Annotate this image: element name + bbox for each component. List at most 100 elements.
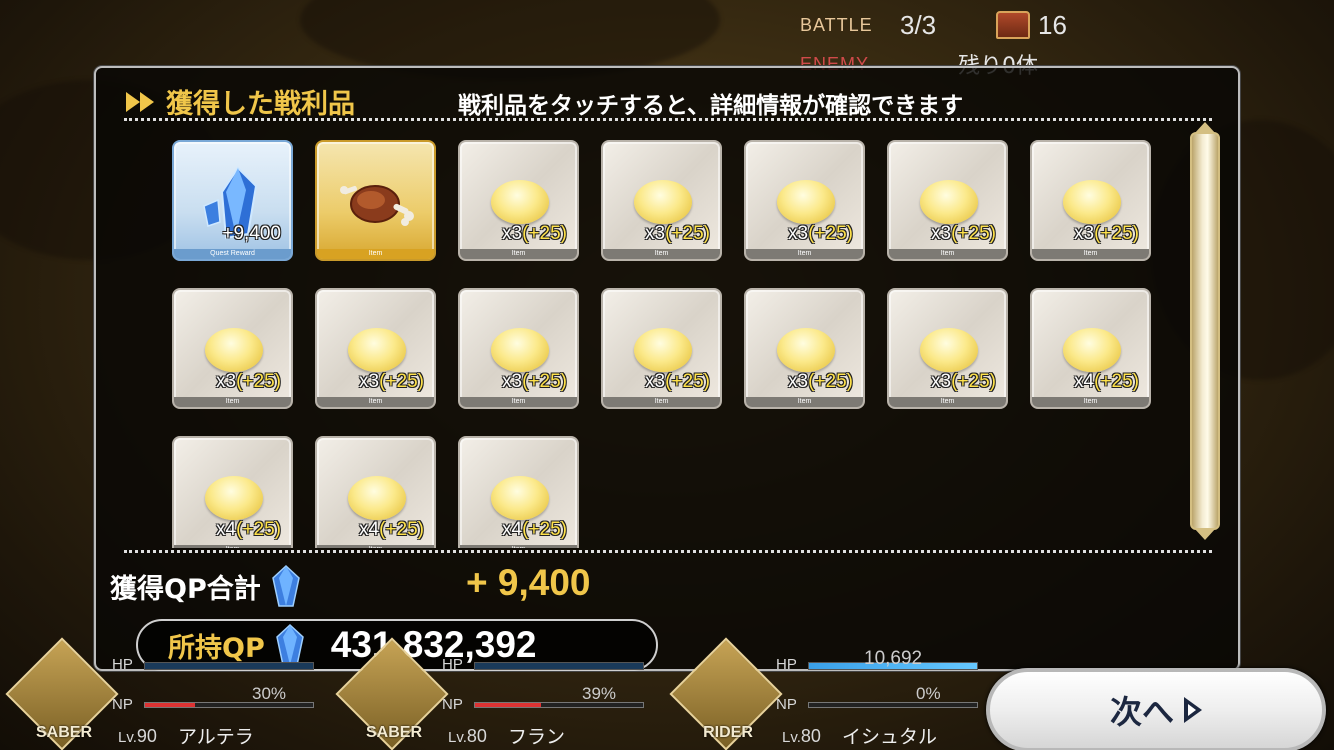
hp-label: HP bbox=[112, 656, 133, 673]
drop-quantity: x3(+25) bbox=[502, 371, 567, 392]
np-bar bbox=[144, 702, 314, 708]
party-member: RIDER HP 10,692 NP 0% Lv.80 イシュタル bbox=[669, 637, 986, 750]
scroll-up-cap bbox=[1194, 122, 1216, 134]
drop-quantity: x3(+25) bbox=[1074, 223, 1139, 244]
drop-type-label: Item bbox=[317, 545, 434, 548]
np-label: NP bbox=[442, 696, 463, 713]
drop-item-card[interactable]: x3(+25) Item bbox=[601, 288, 722, 409]
drop-item-card[interactable]: x3(+25) Item bbox=[744, 140, 865, 261]
drop-type-label: Item bbox=[1032, 249, 1149, 259]
golden-egg-icon bbox=[491, 180, 549, 224]
drop-quantity: +9,400 bbox=[222, 223, 281, 244]
servant-name: フラン bbox=[508, 726, 566, 748]
drop-item-card[interactable]: x3(+25) Item bbox=[315, 288, 436, 409]
drop-type-label: Item bbox=[746, 249, 863, 259]
drop-item-card[interactable]: x3(+25) Item bbox=[887, 288, 1008, 409]
qp-gain-value: + 9,400 bbox=[466, 562, 591, 603]
dialog-title: 獲得した戦利品 bbox=[124, 82, 355, 121]
level: Lv.90 bbox=[118, 726, 157, 746]
chest-count: 16 bbox=[1038, 10, 1067, 40]
np-bar bbox=[474, 702, 644, 708]
drop-type-label: Item bbox=[889, 397, 1006, 407]
drop-quantity: x4(+25) bbox=[502, 519, 567, 540]
drop-quantity: x4(+25) bbox=[359, 519, 424, 540]
drop-type-label: Item bbox=[889, 249, 1006, 259]
drop-type-label: Item bbox=[460, 545, 577, 548]
scroll-down-cap bbox=[1194, 528, 1216, 540]
drop-quantity: x3(+25) bbox=[645, 371, 710, 392]
battle-status-hud: BATTLE 3/3 16 ENEMY 残り0体 bbox=[800, 8, 1100, 79]
drop-list-viewport[interactable]: +9,400 Quest Reward Item x3(+25) Item x3(+25… bbox=[124, 126, 1194, 548]
party-member: SABER HP NP 30% Lv.90 アルテラ bbox=[5, 637, 322, 750]
drop-type-label: Item bbox=[746, 397, 863, 407]
drop-quantity: x3(+25) bbox=[216, 371, 281, 392]
drop-item-card[interactable]: x4(+25) Item bbox=[315, 436, 436, 548]
drop-item-card[interactable]: x4(+25) Item bbox=[1030, 288, 1151, 409]
battle-count: 3/3 bbox=[900, 10, 937, 40]
next-button[interactable]: 次へ bbox=[986, 668, 1326, 750]
battle-label: BATTLE bbox=[800, 15, 873, 35]
drop-item-card[interactable]: x4(+25) Item bbox=[172, 436, 293, 548]
play-arrow-icon bbox=[1184, 697, 1202, 723]
drop-quantity: x3(+25) bbox=[359, 371, 424, 392]
drop-type-label: Item bbox=[317, 397, 434, 407]
drop-item-card[interactable]: x3(+25) Item bbox=[744, 288, 865, 409]
level: Lv.80 bbox=[782, 726, 821, 746]
golden-egg-icon bbox=[491, 328, 549, 372]
golden-egg-icon bbox=[348, 476, 406, 520]
hp-bar bbox=[474, 662, 644, 670]
drop-quantity: x3(+25) bbox=[645, 223, 710, 244]
divider bbox=[124, 550, 1212, 553]
double-arrow-icon bbox=[124, 90, 160, 114]
drop-item-card[interactable]: x3(+25) Item bbox=[172, 288, 293, 409]
drop-type-label: Item bbox=[603, 397, 720, 407]
golden-egg-icon bbox=[491, 476, 549, 520]
drop-quantity: x3(+25) bbox=[502, 223, 567, 244]
golden-egg-icon bbox=[205, 328, 263, 372]
servant-name: イシュタル bbox=[842, 726, 938, 748]
drop-item-card[interactable]: Item bbox=[315, 140, 436, 261]
meat-icon bbox=[340, 185, 414, 226]
drop-quantity: x4(+25) bbox=[216, 519, 281, 540]
rewards-dialog: 獲得した戦利品 戦利品をタッチすると、詳細情報が確認できます +9,400 Que… bbox=[94, 66, 1240, 671]
next-button-label: 次へ bbox=[1109, 693, 1174, 731]
drop-type-label: Quest Reward bbox=[174, 249, 291, 259]
golden-egg-icon bbox=[777, 180, 835, 224]
qp-crystal-icon bbox=[271, 564, 300, 607]
scrollbar[interactable] bbox=[1190, 122, 1220, 540]
drop-item-card[interactable]: x3(+25) Item bbox=[1030, 140, 1151, 261]
golden-egg-icon bbox=[1063, 328, 1121, 372]
hp-value: 10,692 bbox=[864, 648, 923, 669]
golden-egg-icon bbox=[205, 476, 263, 520]
np-bar bbox=[808, 702, 978, 708]
drop-type-label: Item bbox=[174, 397, 291, 407]
golden-egg-icon bbox=[1063, 180, 1121, 224]
level: Lv.80 bbox=[448, 726, 487, 746]
hp-label: HP bbox=[776, 656, 797, 673]
divider bbox=[124, 118, 1212, 121]
drop-quantity: x3(+25) bbox=[788, 223, 853, 244]
drop-item-card[interactable]: x3(+25) Item bbox=[458, 140, 579, 261]
np-percent: 30% bbox=[252, 684, 287, 703]
golden-egg-icon bbox=[348, 328, 406, 372]
dialog-hint: 戦利品をタッチすると、詳細情報が確認できます bbox=[458, 93, 964, 119]
golden-egg-icon bbox=[634, 328, 692, 372]
drop-item-card[interactable]: x4(+25) Item bbox=[458, 436, 579, 548]
drop-item-card[interactable]: +9,400 Quest Reward bbox=[172, 140, 293, 261]
np-label: NP bbox=[776, 696, 797, 713]
drop-item-card[interactable]: x3(+25) Item bbox=[601, 140, 722, 261]
qp-total-label: 獲得QP合計 bbox=[110, 573, 261, 605]
drop-type-label: Item bbox=[1032, 397, 1149, 407]
golden-egg-icon bbox=[634, 180, 692, 224]
drop-quantity: x3(+25) bbox=[788, 371, 853, 392]
drop-item-card[interactable]: x3(+25) Item bbox=[887, 140, 1008, 261]
drop-type-label: Item bbox=[460, 397, 577, 407]
drop-quantity: x3(+25) bbox=[931, 371, 996, 392]
np-percent: 39% bbox=[582, 684, 617, 703]
drop-item-card[interactable]: x3(+25) Item bbox=[458, 288, 579, 409]
class-name: SABER bbox=[365, 724, 422, 741]
golden-egg-icon bbox=[777, 328, 835, 372]
party-member: SABER HP NP 39% Lv.80 フラン bbox=[335, 637, 652, 750]
hp-label: HP bbox=[442, 656, 463, 673]
class-name: SABER bbox=[35, 724, 92, 741]
